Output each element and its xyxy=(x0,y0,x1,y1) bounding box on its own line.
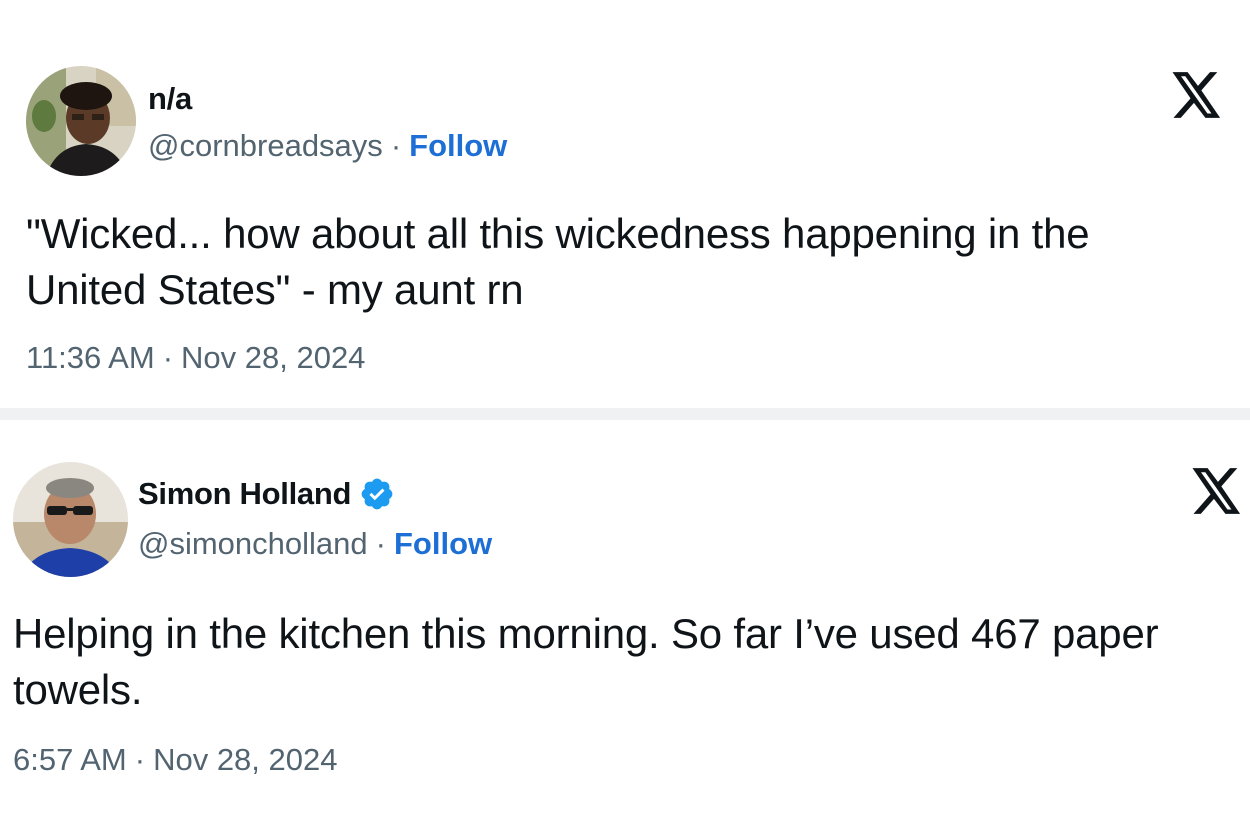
timestamp[interactable]: 11:36 AM · Nov 28, 2024 xyxy=(26,340,365,376)
follow-button[interactable]: Follow xyxy=(394,526,492,561)
separator-dot: · xyxy=(134,742,146,777)
avatar-image xyxy=(13,462,128,577)
display-name[interactable]: n/a xyxy=(148,81,192,117)
tweet-time: 6:57 AM xyxy=(13,742,127,777)
tweet-time: 11:36 AM xyxy=(26,340,155,375)
tweet-card: n/a @cornbreadsays · Follow "Wicked... how… xyxy=(0,0,1250,408)
x-logo-icon[interactable] xyxy=(1172,72,1222,118)
separator-dot: · xyxy=(162,340,174,375)
separator-dot: · xyxy=(390,128,402,163)
handle[interactable]: @simoncholland xyxy=(138,526,368,561)
tweet-date: Nov 28, 2024 xyxy=(181,340,366,375)
author-name-row: n/a xyxy=(148,80,192,118)
author-name-row: Simon Holland xyxy=(138,474,395,514)
handle[interactable]: @cornbreadsays xyxy=(148,128,383,163)
author-handle-row: @cornbreadsays · Follow xyxy=(148,128,507,164)
tweet-date: Nov 28, 2024 xyxy=(153,742,338,777)
tweet-card: Simon Holland @simoncholland · Follow Help… xyxy=(0,420,1250,830)
avatar[interactable] xyxy=(26,66,136,176)
tweet-text: Helping in the kitchen this morning. So … xyxy=(13,610,1159,713)
tweet-divider xyxy=(0,408,1250,420)
follow-button[interactable]: Follow xyxy=(409,128,507,163)
x-logo-icon[interactable] xyxy=(1192,468,1242,514)
author-handle-row: @simoncholland · Follow xyxy=(138,526,492,562)
verified-badge-icon xyxy=(359,476,395,512)
timestamp[interactable]: 6:57 AM · Nov 28, 2024 xyxy=(13,742,338,778)
avatar[interactable] xyxy=(13,462,128,577)
display-name[interactable]: Simon Holland xyxy=(138,476,351,512)
avatar-image xyxy=(26,66,136,176)
separator-dot: · xyxy=(375,526,386,561)
tweet-text: "Wicked... how about all this wickedness… xyxy=(26,210,1090,313)
